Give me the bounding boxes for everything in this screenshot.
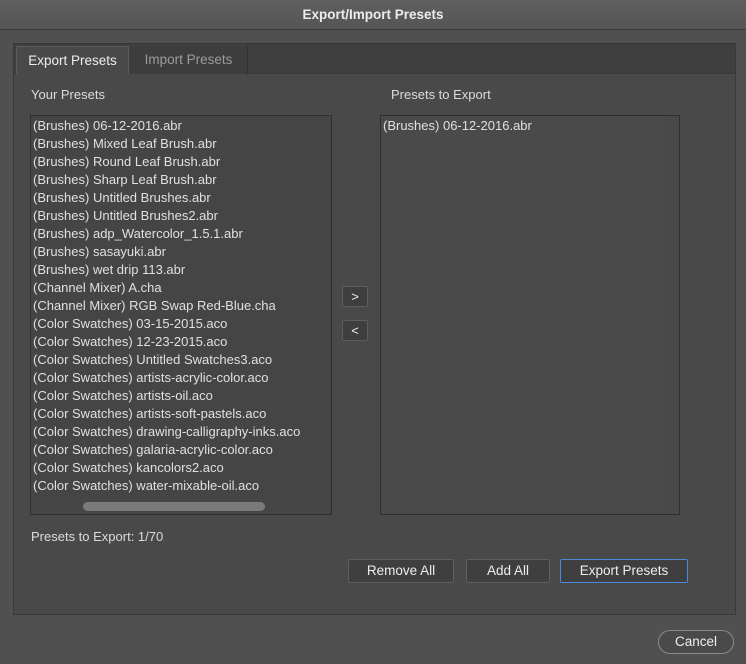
presets-panel: Export Presets Import Presets Your Prese… — [13, 43, 736, 615]
remove-selected-button[interactable]: < — [342, 320, 368, 341]
add-all-button[interactable]: Add All — [466, 559, 550, 583]
window-title: Export/Import Presets — [0, 0, 746, 30]
list-item[interactable]: (Color Swatches) artists-soft-pastels.ac… — [31, 405, 331, 423]
list-item[interactable]: (Brushes) Round Leaf Brush.abr — [31, 153, 331, 171]
tab-export-presets[interactable]: Export Presets — [16, 46, 129, 74]
list-item[interactable]: (Channel Mixer) A.cha — [31, 279, 331, 297]
list-item[interactable]: (Color Swatches) Untitled Swatches3.aco — [31, 351, 331, 369]
your-presets-label: Your Presets — [31, 87, 105, 102]
remove-all-button[interactable]: Remove All — [348, 559, 454, 583]
list-item[interactable]: (Brushes) Untitled Brushes.abr — [31, 189, 331, 207]
list-item[interactable]: (Brushes) wet drip 113.abr — [31, 261, 331, 279]
list-item[interactable]: (Brushes) Sharp Leaf Brush.abr — [31, 171, 331, 189]
tab-bar: Export Presets Import Presets — [14, 44, 735, 74]
list-item[interactable]: (Brushes) Mixed Leaf Brush.abr — [31, 135, 331, 153]
export-count-status: Presets to Export: 1/70 — [31, 529, 164, 544]
list-item[interactable]: (Color Swatches) 03-15-2015.aco — [31, 315, 331, 333]
list-item[interactable]: (Color Swatches) water-mixable-oil.aco — [31, 477, 331, 495]
list-item[interactable]: (Brushes) Untitled Brushes2.abr — [31, 207, 331, 225]
add-selected-button[interactable]: > — [342, 286, 368, 307]
list-item[interactable]: (Color Swatches) kancolors2.aco — [31, 459, 331, 477]
list-item[interactable]: (Color Swatches) artists-acrylic-color.a… — [31, 369, 331, 387]
tab-import-presets[interactable]: Import Presets — [130, 46, 248, 74]
list-item[interactable]: (Color Swatches) artists-oil.aco — [31, 387, 331, 405]
scroll-track — [665, 116, 679, 514]
presets-to-export-list[interactable]: (Brushes) 06-12-2016.abr — [380, 115, 680, 515]
your-presets-list[interactable]: (Brushes) 06-12-2016.abr (Brushes) Mixed… — [30, 115, 332, 515]
list-item[interactable]: (Color Swatches) drawing-calligraphy-ink… — [31, 423, 331, 441]
presets-to-export-label: Presets to Export — [391, 87, 491, 102]
list-item[interactable]: (Brushes) 06-12-2016.abr — [381, 117, 679, 135]
list-item[interactable]: (Color Swatches) 12-23-2015.aco — [31, 333, 331, 351]
export-presets-button[interactable]: Export Presets — [560, 559, 688, 583]
list-item[interactable]: (Brushes) 06-12-2016.abr — [31, 117, 331, 135]
cancel-button[interactable]: Cancel — [658, 630, 734, 654]
list-item[interactable]: (Brushes) adp_Watercolor_1.5.1.abr — [31, 225, 331, 243]
horizontal-scrollbar[interactable] — [83, 502, 265, 511]
list-item[interactable]: (Brushes) sasayuki.abr — [31, 243, 331, 261]
list-item[interactable]: (Channel Mixer) RGB Swap Red-Blue.cha — [31, 297, 331, 315]
list-item[interactable]: (Color Swatches) galaria-acrylic-color.a… — [31, 441, 331, 459]
